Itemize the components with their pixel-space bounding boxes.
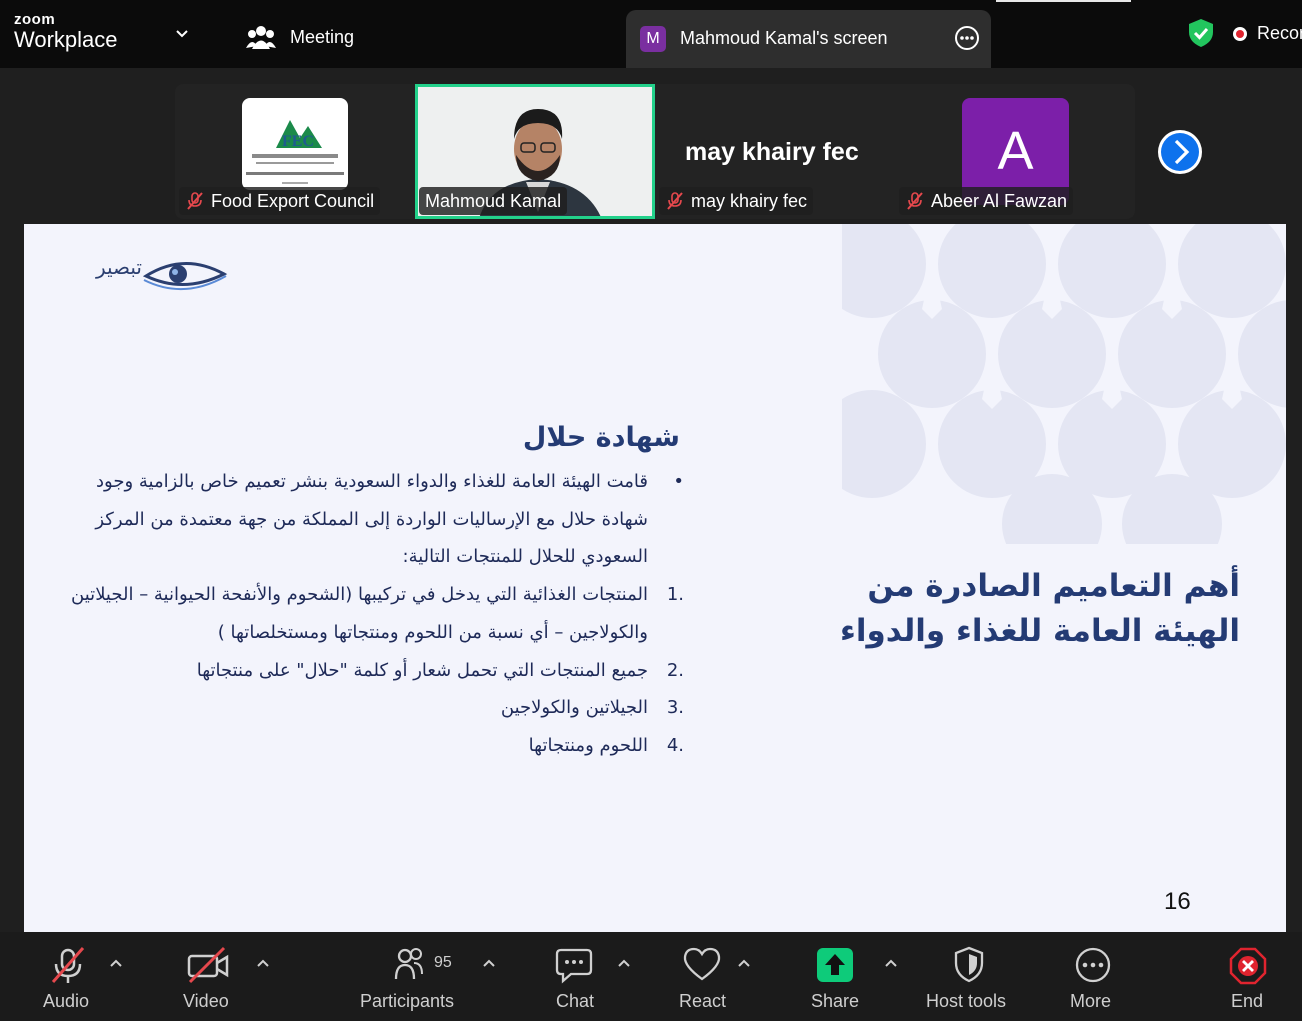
mic-muted-icon: [667, 192, 683, 210]
record-indicator-icon: [1233, 27, 1247, 41]
screen-tab-badge: M: [640, 26, 666, 52]
svg-text:تبصير: تبصير: [95, 255, 142, 279]
video-gallery-strip: FEC Food Export Council Mahmoud Kamal ma…: [175, 84, 1135, 219]
shared-screen-slide: تبصير أهم التعاميم الصادرة من الهيئة الع…: [24, 224, 1286, 932]
fec-logo: FEC: [242, 98, 348, 190]
share-label: Share: [811, 991, 860, 1011]
mic-muted-icon: [187, 192, 203, 210]
chat-options-chevron-icon[interactable]: [617, 956, 631, 970]
slide-title-line: الهيئة العامة للغذاء والدواء: [840, 613, 1240, 649]
video-button[interactable]: Video: [180, 932, 236, 1021]
numbered-item: .1 المنتجات الغذائية التي يدخل في تركيبها…: [71, 584, 684, 643]
react-button[interactable]: React: [676, 932, 728, 1021]
host-tools-label: Host tools: [926, 991, 1007, 1011]
zoom-workplace-logo: zoom Workplace: [14, 12, 118, 51]
chat-button[interactable]: Chat: [550, 932, 600, 1021]
participants-button[interactable]: 95 Participants: [360, 932, 460, 1021]
audio-button[interactable]: Audio: [40, 932, 96, 1021]
shared-screen-tab[interactable]: M Mahmoud Kamal's screen: [626, 10, 991, 68]
video-label: Video: [183, 991, 229, 1011]
participant-name-label: may khairy fec: [659, 187, 814, 215]
more-options-icon[interactable]: [954, 25, 980, 51]
audio-options-chevron-icon[interactable]: [109, 956, 123, 970]
slide-page-number: 16: [1164, 888, 1191, 915]
participants-count: 95: [434, 954, 452, 971]
participants-icon: [394, 948, 423, 980]
more-button[interactable]: More: [1066, 932, 1120, 1021]
participant-tile-food-export-council[interactable]: FEC Food Export Council: [175, 84, 415, 219]
camera-off-icon: [187, 946, 229, 984]
participant-tile-may-khairy[interactable]: may khairy fec may khairy fec: [655, 84, 895, 219]
share-icon: [817, 948, 853, 982]
meeting-label: Meeting: [290, 26, 355, 47]
react-label: React: [679, 991, 727, 1011]
participant-name-label: Abeer Al Fawzan: [899, 187, 1074, 215]
chat-label: Chat: [556, 991, 595, 1011]
participants-options-chevron-icon[interactable]: [482, 956, 496, 970]
screen-tab-label: Mahmoud Kamal's screen: [680, 28, 888, 48]
tabseer-logo: تبصير: [60, 254, 230, 296]
end-icon: [1229, 947, 1267, 985]
bullet-item: • قامت الهيئة العامة للغذاء والدواء السعو…: [64, 463, 684, 576]
numbered-item: .2 جميع المنتجات التي تحمل شعار أو كلمة "…: [196, 659, 684, 681]
slide-title: أهم التعاميم الصادرة من الهيئة العامة لل…: [770, 564, 1240, 654]
brand-large: Workplace: [14, 27, 118, 52]
record-label[interactable]: Recor: [1257, 23, 1302, 44]
top-bar: zoom Workplace Meeting M Mahmoud Kamal's…: [0, 0, 1302, 68]
participant-name-label: Mahmoud Kamal: [419, 187, 568, 215]
more-label: More: [1070, 991, 1112, 1011]
bullet-marker: •: [673, 471, 684, 492]
next-page-arrow-icon[interactable]: [1156, 128, 1204, 176]
more-icon: [1075, 947, 1111, 983]
people-icon: [246, 26, 276, 49]
host-tools-button[interactable]: Host tools: [924, 932, 1014, 1021]
numbered-item: .3 الجيلاتين والكولاجين: [500, 697, 684, 719]
end-meeting-button[interactable]: End: [1222, 932, 1274, 1021]
audio-label: Audio: [43, 991, 90, 1011]
meeting-menu-button[interactable]: Meeting: [246, 22, 354, 52]
participant-name-label: Food Export Council: [179, 187, 381, 215]
video-options-chevron-icon[interactable]: [256, 956, 270, 970]
heart-icon: [683, 947, 721, 981]
slide-content: شهادة حلال • قامت الهيئة العامة للغذاء وا…: [64, 422, 684, 765]
slide-title-line: أهم التعاميم الصادرة من: [867, 568, 1240, 604]
participant-tile-abeer-al-fawzan[interactable]: A Abeer Al Fawzan: [895, 84, 1135, 219]
decorative-pattern: [842, 224, 1286, 544]
bullet-list: • قامت الهيئة العامة للغذاء والدواء السعو…: [64, 463, 684, 576]
chevron-down-icon[interactable]: [174, 26, 190, 42]
top-divider: [996, 0, 1131, 2]
participant-display-name: may khairy fec: [685, 138, 859, 166]
share-options-chevron-icon[interactable]: [884, 956, 898, 970]
participant-tile-mahmoud-kamal[interactable]: Mahmoud Kamal: [415, 84, 655, 219]
participants-label: Participants: [360, 991, 455, 1011]
chat-icon: [555, 948, 593, 984]
share-screen-button[interactable]: Share: [808, 932, 862, 1021]
brand-small: zoom: [14, 11, 56, 28]
end-label: End: [1231, 991, 1264, 1011]
react-options-chevron-icon[interactable]: [737, 956, 751, 970]
encryption-shield-icon[interactable]: [1187, 18, 1215, 48]
mic-muted-icon: [907, 192, 923, 210]
meeting-controls-toolbar: Audio Video 95 Participants Chat React S…: [0, 932, 1302, 1021]
svg-text:FEC: FEC: [282, 133, 314, 150]
numbered-item: .4 اللحوم ومنتجاتها: [528, 734, 684, 756]
shield-icon: [954, 946, 984, 983]
content-heading: شهادة حلال: [522, 422, 680, 453]
microphone-muted-icon: [51, 947, 85, 983]
numbered-list: .1 المنتجات الغذائية التي يدخل في تركيبها…: [64, 576, 684, 765]
